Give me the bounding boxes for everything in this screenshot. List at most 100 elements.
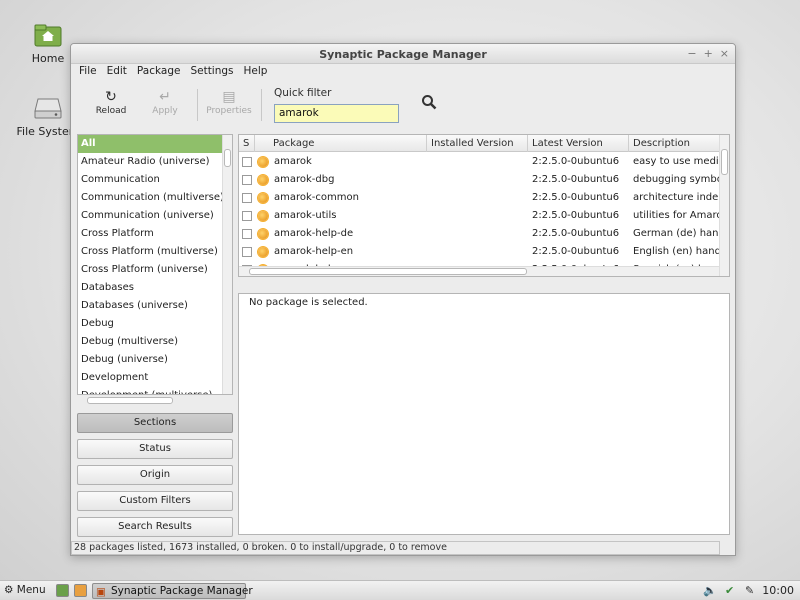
reload-icon: ↻ — [105, 89, 117, 105]
package-status-icon — [258, 157, 268, 167]
column-header-latest-version[interactable]: Latest Version — [528, 135, 629, 152]
custom-filters-button[interactable]: Custom Filters — [77, 491, 233, 511]
package-description: architecture indep — [633, 192, 719, 203]
quick-filter-input[interactable]: amarok — [274, 104, 399, 123]
package-vertical-scrollbar[interactable] — [719, 135, 729, 276]
package-installed-version — [427, 207, 528, 225]
package-installed-version — [427, 243, 528, 261]
hard-drive-icon — [34, 98, 62, 119]
column-header-status[interactable]: S — [239, 135, 255, 152]
table-row[interactable]: amarok-help-en 2:2.5.0-0ubuntu6 English … — [239, 243, 719, 261]
sections-vertical-scrollbar[interactable] — [222, 135, 232, 394]
table-row[interactable]: amarok-help-de 2:2.5.0-0ubuntu6 German (… — [239, 225, 719, 243]
scrollbar-thumb[interactable] — [721, 149, 728, 175]
package-checkbox[interactable] — [242, 193, 252, 203]
package-latest-version: 2:2.5.0-0ubuntu6 — [532, 210, 620, 221]
menu-help[interactable]: Help — [244, 65, 268, 81]
search-icon — [422, 95, 437, 110]
column-header-description[interactable]: Description — [629, 135, 719, 152]
window-title: Synaptic Package Manager — [319, 48, 487, 61]
package-description: German (de) hand — [633, 228, 719, 239]
section-item[interactable]: Development — [78, 369, 232, 387]
package-installed-version — [427, 225, 528, 243]
taskbar-item-synaptic[interactable]: ▣ Synaptic Package Manager — [92, 583, 253, 599]
section-item[interactable]: Debug — [78, 315, 232, 333]
table-row[interactable]: amarok-common 2:2.5.0-0ubuntu6 architect… — [239, 189, 719, 207]
package-installed-version — [427, 153, 528, 171]
origin-filter-button[interactable]: Origin — [77, 465, 233, 485]
terminal-launcher-icon[interactable] — [74, 584, 87, 597]
package-latest-version: 2:2.5.0-0ubuntu6 — [532, 246, 620, 257]
sections-filter-button[interactable]: Sections — [77, 413, 233, 433]
section-item[interactable]: Amateur Radio (universe) — [78, 153, 232, 171]
package-checkbox[interactable] — [242, 175, 252, 185]
properties-button[interactable]: ▤ Properties — [203, 88, 255, 116]
window-titlebar[interactable]: Synaptic Package Manager − + × — [71, 44, 735, 64]
section-item[interactable]: Debug (multiverse) — [78, 333, 232, 351]
close-button[interactable]: × — [720, 47, 729, 60]
package-checkbox[interactable] — [242, 229, 252, 239]
scrollbar-thumb[interactable] — [249, 268, 527, 275]
package-name: amarok-dbg — [274, 174, 335, 185]
section-item[interactable]: Databases — [78, 279, 232, 297]
package-status-icon — [258, 229, 268, 239]
scrollbar-thumb[interactable] — [224, 149, 231, 167]
update-shield-icon[interactable]: ✔ — [725, 584, 734, 597]
package-description: debugging symbo — [633, 174, 719, 185]
reload-button[interactable]: ↻ Reload — [85, 88, 137, 116]
package-latest-version: 2:2.5.0-0ubuntu6 — [532, 228, 620, 239]
section-item[interactable]: Databases (universe) — [78, 297, 232, 315]
menu-file[interactable]: File — [79, 65, 97, 81]
table-row[interactable]: amarok-dbg 2:2.5.0-0ubuntu6 debugging sy… — [239, 171, 719, 189]
menu-button[interactable]: ⚙ Menu — [4, 584, 46, 596]
section-item[interactable]: Development (multiverse) — [78, 387, 232, 394]
status-bar: 28 packages listed, 1673 installed, 0 br… — [71, 541, 720, 555]
no-selection-message: No package is selected. — [249, 297, 368, 308]
section-item[interactable]: Cross Platform (universe) — [78, 261, 232, 279]
package-horizontal-scrollbar[interactable] — [239, 266, 719, 276]
volume-icon[interactable]: 🔈 — [703, 584, 717, 597]
toolbar-separator — [261, 89, 262, 121]
table-row[interactable]: amarok 2:2.5.0-0ubuntu6 easy to use medi… — [239, 153, 719, 171]
package-checkbox[interactable] — [242, 247, 252, 257]
search-button[interactable] — [421, 94, 437, 114]
column-header-package[interactable]: Package — [255, 135, 427, 152]
column-header-installed-version[interactable]: Installed Version — [427, 135, 528, 152]
package-name: amarok-utils — [274, 210, 337, 221]
package-installed-version — [427, 189, 528, 207]
package-installed-version — [427, 171, 528, 189]
package-checkbox[interactable] — [242, 157, 252, 167]
apply-button[interactable]: ↵ Apply — [139, 88, 191, 116]
taskbar-item-label: Synaptic Package Manager — [111, 585, 253, 597]
clock[interactable]: 10:00 — [762, 584, 794, 597]
sections-horizontal-scrollbar[interactable] — [77, 396, 217, 406]
section-item[interactable]: Communication (universe) — [78, 207, 232, 225]
section-item[interactable]: Cross Platform (multiverse) — [78, 243, 232, 261]
package-latest-version: 2:2.5.0-0ubuntu6 — [532, 156, 620, 167]
package-list: S Package Installed Version Latest Versi… — [238, 134, 730, 277]
gear-icon: ⚙ — [4, 584, 14, 596]
section-item[interactable]: All — [78, 135, 232, 153]
menu-edit[interactable]: Edit — [107, 65, 127, 81]
section-item[interactable]: Cross Platform — [78, 225, 232, 243]
section-item[interactable]: Debug (universe) — [78, 351, 232, 369]
menu-settings[interactable]: Settings — [190, 65, 233, 81]
package-status-icon — [258, 193, 268, 203]
show-desktop-icon[interactable] — [56, 584, 69, 597]
properties-label: Properties — [206, 106, 252, 116]
package-name: amarok — [274, 156, 312, 167]
network-icon[interactable]: ✎ — [745, 584, 754, 597]
package-checkbox[interactable] — [242, 211, 252, 221]
apply-icon: ↵ — [159, 89, 171, 105]
menu-bar: File Edit Package Settings Help — [71, 65, 735, 81]
section-item[interactable]: Communication — [78, 171, 232, 189]
search-results-button[interactable]: Search Results — [77, 517, 233, 537]
menu-package[interactable]: Package — [137, 65, 181, 81]
package-name: amarok-help-en — [274, 246, 354, 257]
scrollbar-thumb[interactable] — [87, 397, 173, 404]
maximize-button[interactable]: + — [704, 47, 713, 60]
table-row[interactable]: amarok-utils 2:2.5.0-0ubuntu6 utilities … — [239, 207, 719, 225]
minimize-button[interactable]: − — [687, 47, 696, 60]
section-item[interactable]: Communication (multiverse) — [78, 189, 232, 207]
status-filter-button[interactable]: Status — [77, 439, 233, 459]
